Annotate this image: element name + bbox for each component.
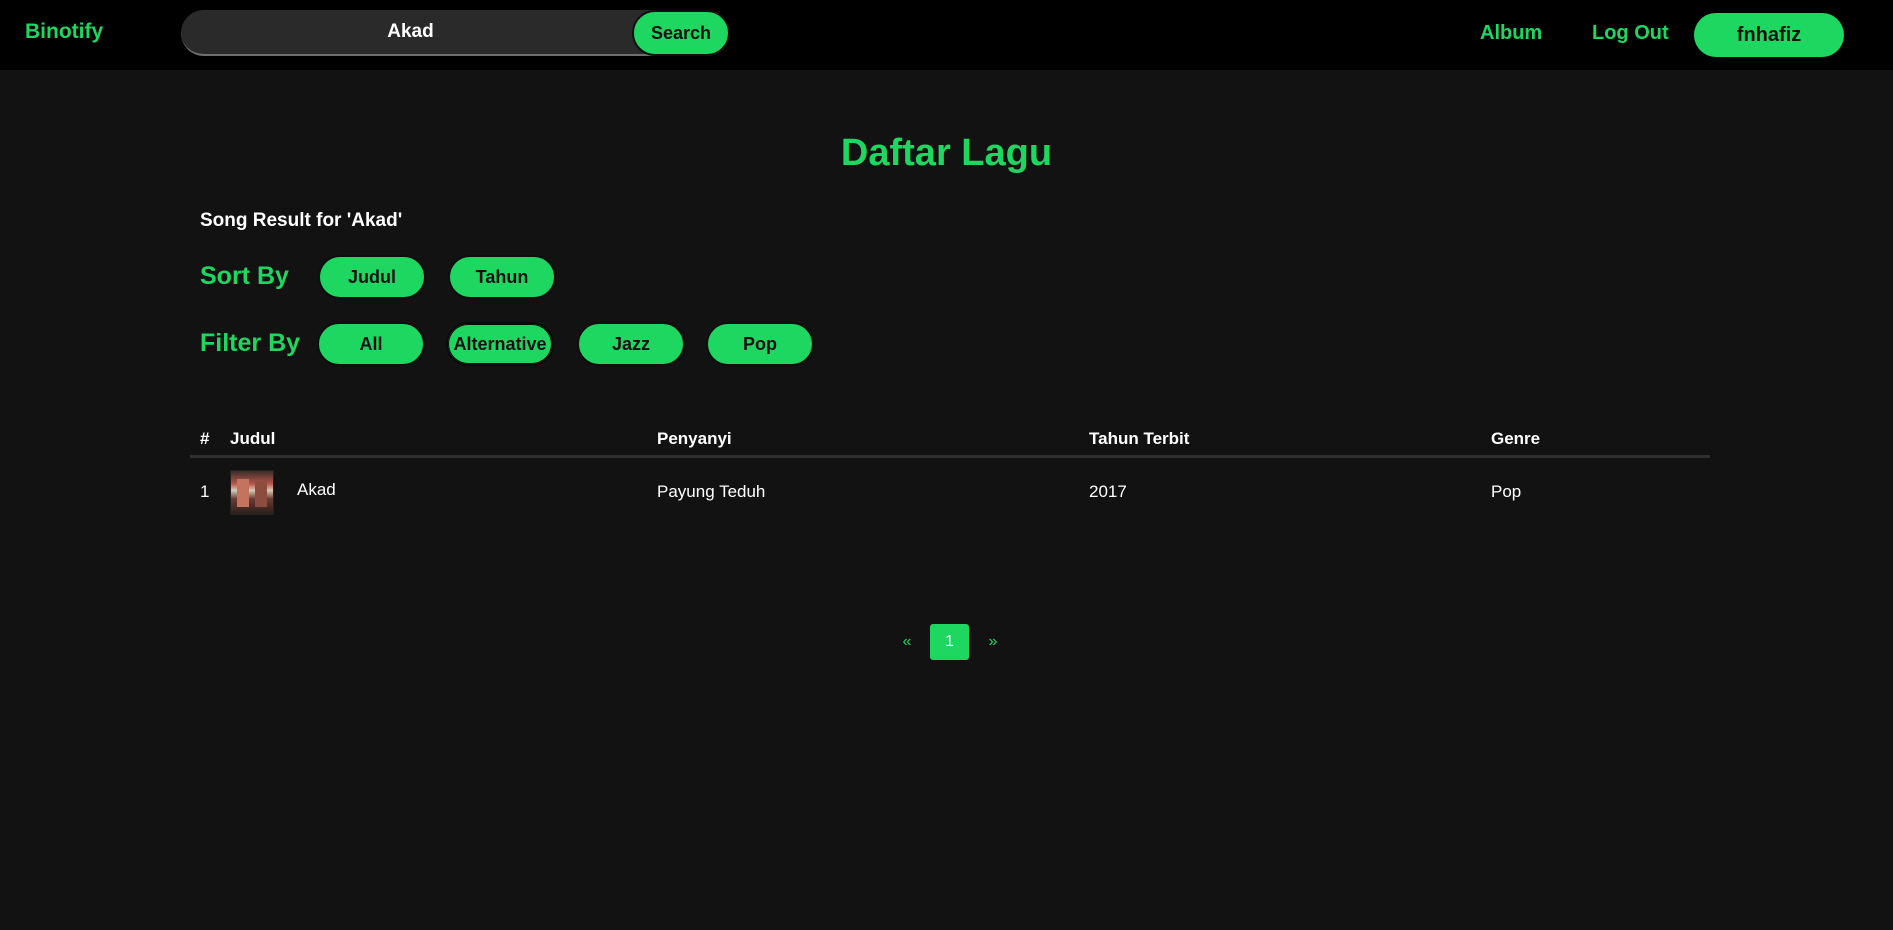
song-genre: Pop — [1491, 482, 1522, 501]
pagination: « 1 » — [0, 624, 1893, 660]
filter-pop-button[interactable]: Pop — [706, 322, 814, 366]
column-header-singer: Penyanyi — [657, 429, 732, 448]
row-number: 1 — [200, 482, 210, 501]
filter-by-label: Filter By — [200, 329, 301, 357]
nav-album-link[interactable]: Album — [1480, 22, 1542, 45]
column-header-number: # — [200, 429, 210, 448]
song-table: # Judul Penyanyi Tahun Terbit Genre 1 Ak… — [190, 420, 1710, 528]
sort-by-label: Sort By — [200, 262, 289, 290]
sort-judul-button[interactable]: Judul — [318, 255, 426, 299]
album-cover-figure — [255, 481, 267, 507]
table-header: # Judul Penyanyi Tahun Terbit Genre — [190, 420, 1710, 458]
song-year: 2017 — [1089, 482, 1127, 501]
search-button[interactable]: Search — [632, 10, 730, 56]
filter-all-button[interactable]: All — [317, 322, 425, 366]
nav-logout-link[interactable]: Log Out — [1592, 22, 1669, 45]
navbar: Binotify Search Album Log Out fnhafiz — [0, 0, 1893, 70]
sort-tahun-button[interactable]: Tahun — [448, 255, 556, 299]
table-row[interactable]: 1 Akad Payung Teduh 2017 Pop — [190, 458, 1710, 528]
song-title-link[interactable]: Akad — [297, 480, 336, 500]
pagination-prev-link[interactable]: « — [900, 624, 914, 660]
user-profile-button[interactable]: fnhafiz — [1694, 13, 1844, 57]
filter-jazz-button[interactable]: Jazz — [577, 322, 685, 366]
column-header-year: Tahun Terbit — [1089, 429, 1190, 448]
song-singer: Payung Teduh — [657, 482, 766, 501]
page-title: Daftar Lagu — [840, 132, 1053, 174]
pagination-next-link[interactable]: » — [986, 624, 1000, 660]
search-result-text: Song Result for 'Akad' — [200, 210, 403, 231]
album-cover-figure — [237, 479, 249, 507]
brand-logo-link[interactable]: Binotify — [25, 20, 103, 44]
column-header-title: Judul — [230, 429, 276, 448]
pagination-page-current[interactable]: 1 — [930, 624, 969, 660]
filter-alternative-button[interactable]: Alternative — [446, 322, 554, 366]
album-cover-image — [230, 470, 274, 515]
column-header-genre: Genre — [1491, 429, 1541, 448]
search-form: Search — [181, 10, 730, 56]
